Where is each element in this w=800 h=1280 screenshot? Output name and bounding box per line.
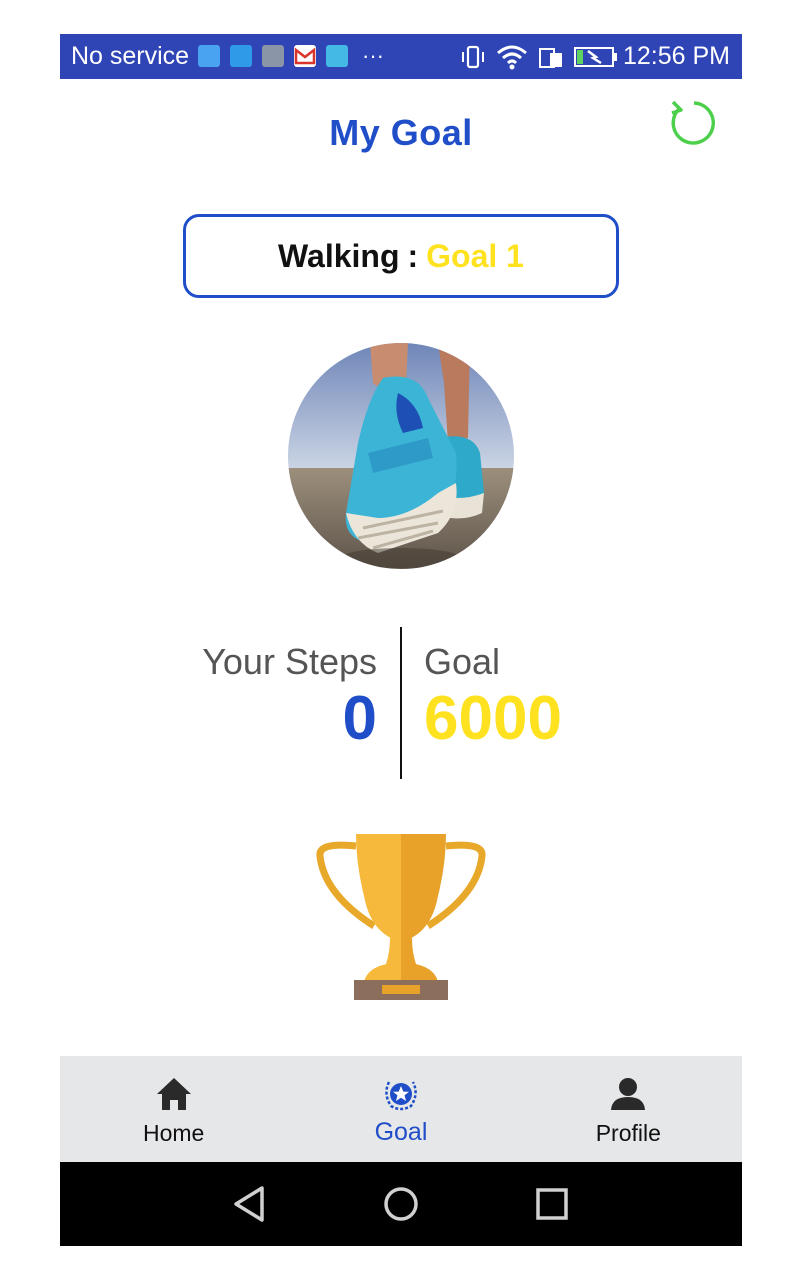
usb-icon: [230, 45, 252, 67]
goal-separator: :: [407, 237, 419, 274]
goal-value: 6000: [424, 684, 562, 753]
more-notifications-icon: ···: [362, 43, 384, 68]
activity-label: Walking: [278, 237, 400, 274]
system-navigation-bar: [60, 1162, 742, 1246]
home-circle-icon: [384, 1187, 418, 1221]
nav-goal-label: Goal: [374, 1118, 428, 1146]
refresh-button[interactable]: [664, 96, 716, 148]
goal-screen: No service ··· 12:56 PM My Goal Walking …: [60, 34, 742, 1246]
stats-divider: [400, 627, 402, 779]
status-bar: No service ··· 12:56 PM: [60, 34, 742, 79]
goal-label: Goal: [424, 641, 501, 682]
system-icons: [460, 44, 618, 70]
your-steps-label: Your Steps: [202, 641, 377, 682]
nav-home[interactable]: Home: [60, 1056, 287, 1162]
goal-star-icon: [385, 1081, 417, 1111]
goal-name: Goal 1: [426, 237, 524, 274]
home-icon: [156, 1078, 191, 1110]
bottom-navigation: Home Goal Profile: [60, 1056, 742, 1162]
battery-charging-icon: [574, 47, 617, 67]
gmail-icon: [294, 45, 316, 67]
back-button[interactable]: [228, 1182, 272, 1226]
trophy-icon: [316, 834, 486, 1002]
messaging-icon: [198, 45, 220, 67]
recents-button[interactable]: [530, 1182, 574, 1226]
nav-home-label: Home: [142, 1120, 205, 1146]
back-triangle-icon: [234, 1186, 264, 1222]
download-icon: [326, 45, 348, 67]
nav-goal[interactable]: Goal: [287, 1056, 514, 1162]
clock: 12:56 PM: [622, 42, 730, 70]
person-icon: [611, 1078, 646, 1110]
your-steps-value: 0: [342, 684, 377, 753]
step-stats: Your Steps 0 Goal 6000: [60, 627, 742, 779]
nav-profile[interactable]: Profile: [515, 1056, 742, 1162]
sim-icon: [539, 48, 562, 68]
carrier-label: No service: [71, 42, 190, 70]
vibrate-icon: [462, 45, 484, 69]
home-button[interactable]: [379, 1182, 423, 1226]
page-title: My Goal: [329, 112, 473, 153]
refresh-icon: [671, 100, 715, 145]
notification-icons: ···: [198, 45, 384, 67]
goal-selector[interactable]: Walking : Goal 1: [183, 214, 619, 298]
activity-image: [288, 343, 514, 569]
gallery-icon: [262, 45, 284, 67]
wifi-icon: [497, 45, 527, 70]
nav-profile-label: Profile: [595, 1120, 661, 1146]
recents-square-icon: [536, 1188, 568, 1220]
